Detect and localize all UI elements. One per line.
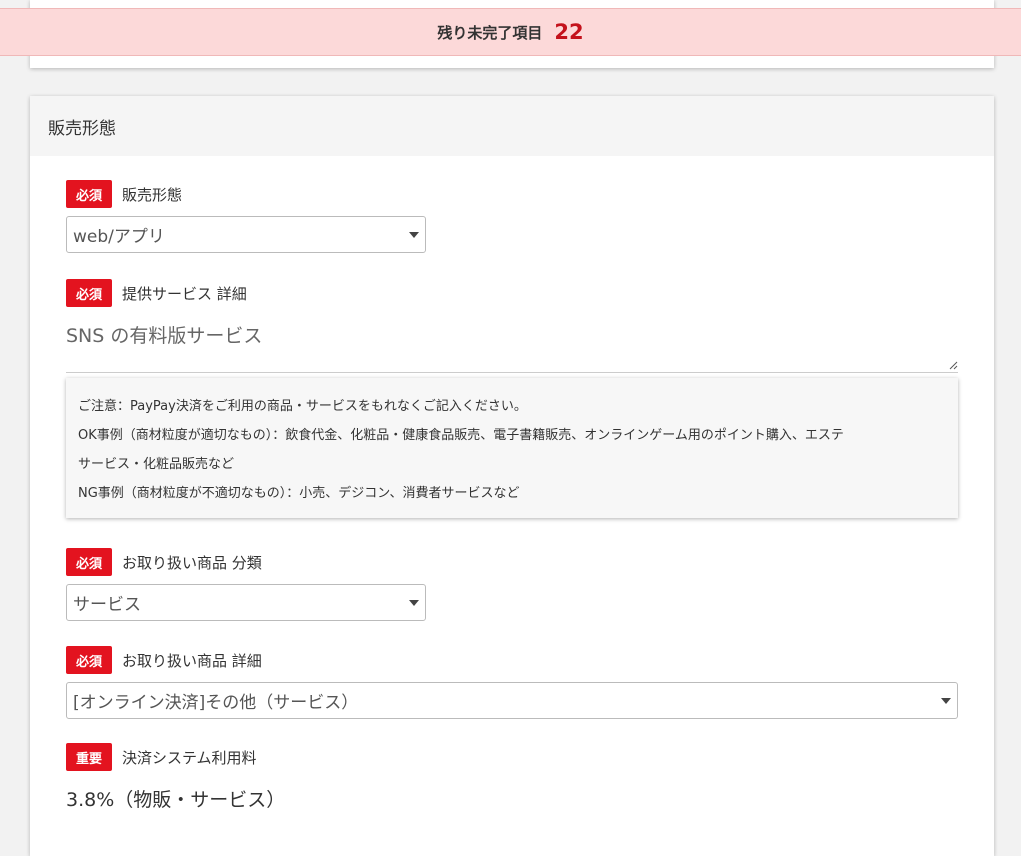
chevron-down-icon xyxy=(409,600,419,606)
service-detail-field: 必須 提供サービス 詳細 SNS の有料版サービス xyxy=(66,279,958,373)
sales-form-label: 販売形態 xyxy=(122,185,183,204)
product-detail-value: [オンライン決済]その他（サービス） xyxy=(73,693,359,713)
notice-line: ご注意：PayPay決済をご利用の商品・サービスをもれなくご記入ください。 xyxy=(78,399,527,414)
fee-field: 重要 決済システム利用料 3.8%（物販・サービス） xyxy=(66,743,285,812)
sales-form-field: 必須 販売形態 web/アプリ xyxy=(66,180,426,253)
fee-label: 決済システム利用料 xyxy=(122,748,257,767)
product-detail-field: 必須 お取り扱い商品 詳細 [オンライン決済]その他（サービス） xyxy=(66,646,958,719)
fee-value: 3.8%（物販・サービス） xyxy=(66,789,286,811)
notice-line: OK事例（商材粒度が適切なもの）：飲食代金、化粧品・健康食品販売、電子書籍販売、… xyxy=(78,428,844,443)
product-category-label: お取り扱い商品 分類 xyxy=(122,553,262,572)
chevron-down-icon xyxy=(409,232,419,238)
remaining-items-label: 残り未完了項目 xyxy=(437,23,543,42)
remaining-items-count: 22 xyxy=(554,20,584,44)
required-badge: 必須 xyxy=(66,646,112,674)
sales-form-value: web/アプリ xyxy=(73,227,165,247)
required-badge: 必須 xyxy=(66,180,112,208)
chevron-down-icon xyxy=(941,698,951,704)
required-badge: 必須 xyxy=(66,279,112,307)
resize-handle-icon[interactable] xyxy=(948,360,958,370)
notice-box: ご注意：PayPay決済をご利用の商品・サービスをもれなくご記入ください。 OK… xyxy=(66,378,958,518)
service-detail-value: SNS の有料版サービス xyxy=(66,325,263,347)
section-title: 販売形態 xyxy=(30,96,994,156)
product-detail-label: お取り扱い商品 詳細 xyxy=(122,651,262,670)
required-badge: 必須 xyxy=(66,548,112,576)
service-detail-textarea[interactable]: SNS の有料版サービス xyxy=(66,319,958,373)
service-detail-label: 提供サービス 詳細 xyxy=(122,284,247,303)
notice-line: NG事例（商材粒度が不適切なもの）：小売、デジコン、消費者サービスなど xyxy=(78,486,520,501)
product-category-value: サービス xyxy=(73,595,141,615)
sales-form-section: 販売形態 必須 販売形態 web/アプリ 必須 提供サービス 詳細 SNS の有… xyxy=(30,96,994,856)
notice-line: サービス・化粧品販売など xyxy=(78,457,235,472)
sales-form-select[interactable]: web/アプリ xyxy=(66,216,426,253)
product-detail-select[interactable]: [オンライン決済]その他（サービス） xyxy=(66,682,958,719)
product-category-field: 必須 お取り扱い商品 分類 サービス xyxy=(66,548,426,621)
important-badge: 重要 xyxy=(66,743,112,771)
product-category-select[interactable]: サービス xyxy=(66,584,426,621)
remaining-items-banner: 残り未完了項目 22 xyxy=(0,8,1021,56)
